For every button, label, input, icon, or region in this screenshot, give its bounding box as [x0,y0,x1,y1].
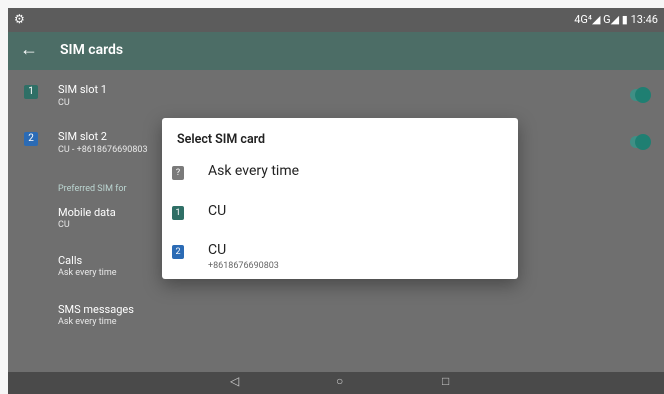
dialog-option-label: Ask every time [208,163,300,179]
preferred-item-subtitle: Ask every time [58,317,117,327]
help-icon: ? [172,166,184,180]
dialog-option-label: CU [208,203,227,219]
preferred-item-title: Mobile data [58,206,116,219]
navigation-bar: ◁ ○ □ [8,372,664,394]
preferred-sim-label: Preferred SIM for [58,184,127,194]
dialog-option-sim-1[interactable]: 1 CU [162,196,518,232]
preferred-item-title: SMS messages [58,303,134,316]
dialog-option-sim-2[interactable]: 2 CU +8618676690803 [162,235,518,271]
sim-slot-subtitle: CU - +8618676690803 [58,145,148,155]
recents-nav-icon[interactable]: □ [442,374,449,388]
home-nav-icon[interactable]: ○ [336,374,343,388]
dialog-option-number: +8618676690803 [208,261,279,271]
dialog-option-label: CU [208,242,227,258]
sim-card-icon: 1 [24,85,38,99]
preferred-item-subtitle: Ask every time [58,268,117,278]
status-indicators: 4G⁴◢ G◢ ▮ 13:46 [574,13,658,26]
sms-messages-row[interactable]: SMS messages Ask every time [8,294,664,340]
sim-card-icon: 2 [172,245,184,259]
sim-slot-title: SIM slot 1 [58,83,107,96]
sim-slot-2-toggle[interactable] [630,134,651,150]
preferred-item-subtitle: CU [58,220,70,230]
app-bar: ← SIM cards [8,32,664,70]
status-bar: ⚙ 4G⁴◢ G◢ ▮ 13:46 [8,8,664,32]
sim-card-icon: 2 [24,132,38,146]
page-title: SIM cards [60,42,124,58]
back-nav-icon[interactable]: ◁ [230,374,239,388]
select-sim-dialog: Select SIM card ? Ask every time 1 CU 2 … [162,118,518,279]
dialog-option-ask-every-time[interactable]: ? Ask every time [162,156,518,192]
gear-icon: ⚙ [14,12,25,26]
back-arrow-icon[interactable]: ← [20,41,38,59]
sim-slot-subtitle: CU [58,98,70,108]
sim-card-icon: 1 [172,206,184,220]
sim-slot-title: SIM slot 2 [58,130,107,143]
dialog-title: Select SIM card [177,132,266,147]
preferred-item-title: Calls [58,254,83,267]
sim-slot-1-toggle[interactable] [630,87,651,103]
sim-slot-1-row[interactable]: 1 SIM slot 1 CU [8,72,664,120]
